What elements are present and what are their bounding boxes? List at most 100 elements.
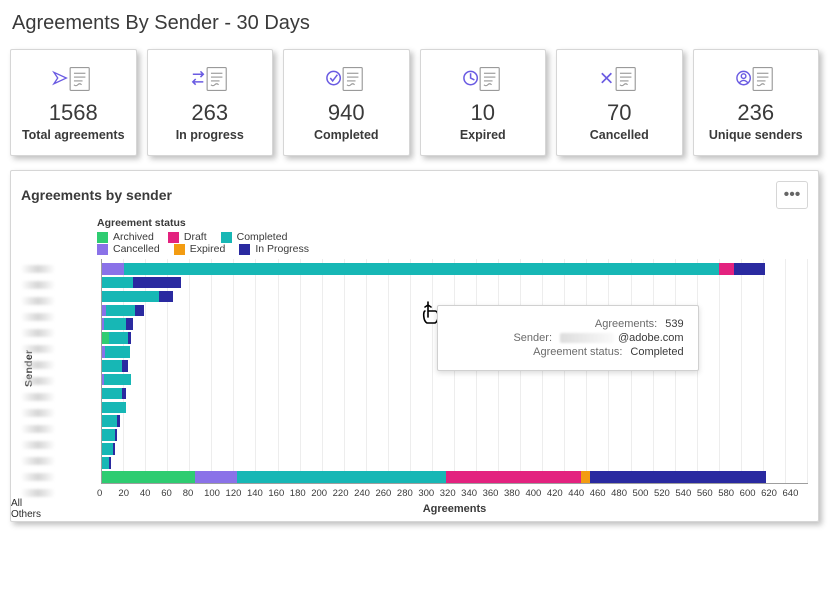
legend-label: Expired	[190, 243, 226, 255]
x-tick: 460	[590, 488, 611, 499]
x-tick: 500	[633, 488, 654, 499]
bar-segment[interactable]	[113, 443, 115, 455]
y-tick-label	[11, 263, 55, 275]
bar-segment[interactable]	[135, 305, 144, 317]
legend-item-inprogress[interactable]: In Progress	[239, 243, 309, 255]
bar-segment[interactable]	[109, 457, 111, 469]
legend-label: Completed	[237, 231, 288, 243]
check-doc-icon	[325, 64, 367, 94]
bar-segment[interactable]	[122, 360, 129, 372]
bar-row[interactable]	[102, 277, 808, 289]
bar-segment[interactable]	[133, 277, 182, 289]
bar-segment[interactable]	[105, 346, 129, 358]
bar-row[interactable]	[102, 471, 808, 483]
bar-segment[interactable]	[102, 277, 133, 289]
bar-segment[interactable]	[102, 263, 124, 275]
redacted-icon	[21, 329, 55, 337]
bar-row[interactable]	[102, 291, 808, 303]
bar-segment[interactable]	[159, 291, 172, 303]
x-tick: 620	[761, 488, 782, 499]
kpi-completed[interactable]: 940 Completed	[283, 49, 410, 156]
bar-segment[interactable]	[195, 471, 237, 483]
x-tick: 520	[654, 488, 675, 499]
tooltip-status-value: Completed	[630, 346, 683, 358]
legend-item-expired[interactable]: Expired	[174, 243, 226, 255]
bar-segment[interactable]	[109, 332, 129, 344]
bar-segment[interactable]	[106, 305, 135, 317]
bar-segment[interactable]	[102, 457, 109, 469]
x-tick: 200	[311, 488, 332, 499]
redacted-icon	[21, 281, 55, 289]
bar-segment[interactable]	[102, 429, 115, 441]
bar-segment[interactable]	[122, 388, 126, 400]
swatch-icon	[174, 244, 185, 255]
kpi-in-progress[interactable]: 263 In progress	[147, 49, 274, 156]
bar-segment[interactable]	[581, 471, 590, 483]
bar-segment[interactable]	[446, 471, 581, 483]
bar-segment[interactable]	[734, 263, 765, 275]
x-tick: 140	[247, 488, 268, 499]
legend-item-cancelled[interactable]: Cancelled	[97, 243, 160, 255]
bar-segment[interactable]	[115, 429, 117, 441]
kpi-label: Total agreements	[22, 128, 125, 143]
bar-segment[interactable]	[102, 332, 109, 344]
swatch-icon	[239, 244, 250, 255]
send-doc-icon	[52, 64, 94, 94]
bar-row[interactable]	[102, 429, 808, 441]
bar-segment[interactable]	[102, 388, 122, 400]
bar-row[interactable]	[102, 263, 808, 275]
y-tick-label	[11, 455, 55, 467]
tooltip-sender-domain: @adobe.com	[618, 332, 684, 344]
bar-segment[interactable]	[128, 332, 130, 344]
bar-segment[interactable]	[124, 263, 719, 275]
bar-row[interactable]	[102, 388, 808, 400]
bar-segment[interactable]	[237, 471, 447, 483]
more-icon: •••	[784, 186, 801, 204]
x-tick-labels: 0204060801001201401601802002202402602803…	[101, 488, 808, 499]
bar-row[interactable]	[102, 443, 808, 455]
kpi-total-agreements[interactable]: 1568 Total agreements	[10, 49, 137, 156]
tooltip-agreements-value: 539	[665, 318, 683, 330]
kpi-cancelled[interactable]: 70 Cancelled	[556, 49, 683, 156]
y-tick-label	[11, 343, 55, 355]
legend-label: Archived	[113, 231, 154, 243]
y-tick-label	[11, 471, 55, 483]
kpi-value: 236	[737, 100, 774, 126]
bar-row[interactable]	[102, 374, 808, 386]
kpi-value: 940	[328, 100, 365, 126]
bars-canvas[interactable]: Agreements:539 Sender:@adobe.com Agreeme…	[101, 259, 808, 484]
redacted-icon	[21, 377, 55, 385]
redacted-icon	[21, 441, 55, 449]
x-tick: 20	[118, 488, 139, 499]
x-tick: 580	[718, 488, 739, 499]
bar-segment[interactable]	[102, 291, 159, 303]
kpi-unique-senders[interactable]: 236 Unique senders	[693, 49, 820, 156]
bar-segment[interactable]	[719, 263, 734, 275]
chart-menu-button[interactable]: •••	[776, 181, 808, 209]
bar-segment[interactable]	[126, 318, 133, 330]
bar-segment[interactable]	[102, 360, 122, 372]
bar-row[interactable]	[102, 457, 808, 469]
kpi-expired[interactable]: 10 Expired	[420, 49, 547, 156]
legend-item-completed[interactable]: Completed	[221, 231, 288, 243]
x-tick: 100	[204, 488, 225, 499]
bar-row[interactable]	[102, 402, 808, 414]
bar-segment[interactable]	[102, 443, 113, 455]
chart-legend: Agreement status Archived Draft Complete…	[97, 217, 808, 255]
bar-segment[interactable]	[104, 318, 126, 330]
bar-segment[interactable]	[117, 415, 119, 427]
cancel-doc-icon	[598, 64, 640, 94]
legend-item-archived[interactable]: Archived	[97, 231, 154, 243]
bar-segment[interactable]	[104, 374, 130, 386]
bar-row[interactable]	[102, 415, 808, 427]
x-tick: 120	[226, 488, 247, 499]
bar-segment[interactable]	[102, 471, 195, 483]
bar-segment[interactable]	[590, 471, 767, 483]
legend-item-draft[interactable]: Draft	[168, 231, 207, 243]
x-tick: 360	[483, 488, 504, 499]
user-doc-icon	[735, 64, 777, 94]
bar-segment[interactable]	[102, 415, 117, 427]
bar-segment[interactable]	[102, 402, 126, 414]
x-tick: 300	[418, 488, 439, 499]
x-tick: 440	[568, 488, 589, 499]
